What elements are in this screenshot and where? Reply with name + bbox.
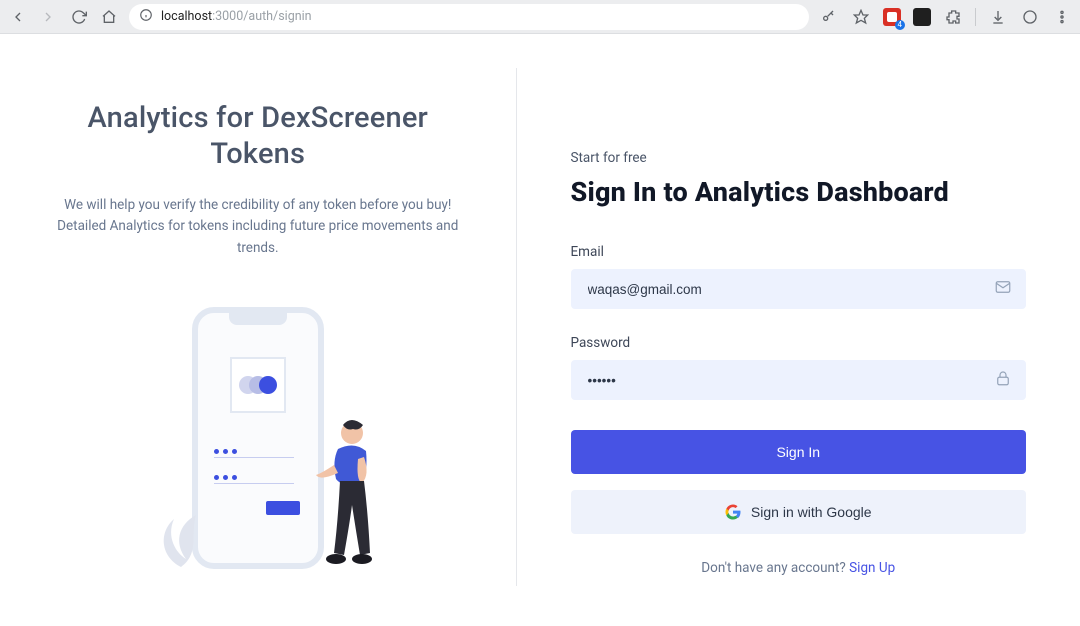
url-text: localhost:3000/auth/signin <box>161 9 312 24</box>
reload-button[interactable] <box>69 6 89 28</box>
phone-button-icon <box>266 501 300 515</box>
extension-badge-count: 4 <box>895 20 906 30</box>
browser-toolbar: localhost:3000/auth/signin 4 <box>0 0 1080 34</box>
google-signin-label: Sign in with Google <box>751 504 872 520</box>
phone-field <box>214 475 294 496</box>
mail-icon <box>994 278 1012 300</box>
globe-icon[interactable] <box>1020 7 1040 27</box>
password-input[interactable] <box>571 360 1027 400</box>
form-column: Start for free Sign In to Analytics Dash… <box>517 60 1080 626</box>
extension-grid-icon[interactable] <box>913 8 931 26</box>
hero-title-line2: Tokens <box>30 136 486 172</box>
phone-icon <box>192 307 324 569</box>
google-logo-icon <box>725 504 741 520</box>
download-icon[interactable] <box>988 7 1008 27</box>
signup-row: Don't have any account? Sign Up <box>571 560 1027 576</box>
password-label: Password <box>571 335 1027 351</box>
site-info-icon[interactable] <box>139 8 153 26</box>
bookmark-star-icon[interactable] <box>851 7 871 27</box>
lock-icon <box>994 369 1012 391</box>
form-eyebrow: Start for free <box>571 150 1027 166</box>
toolbar-separator <box>975 8 976 26</box>
email-label: Email <box>571 244 1027 260</box>
signup-link[interactable]: Sign Up <box>849 560 895 576</box>
extension-badge-icon[interactable]: 4 <box>883 8 901 26</box>
email-field-wrap <box>571 269 1027 309</box>
extensions-puzzle-icon[interactable] <box>943 7 963 27</box>
address-bar[interactable]: localhost:3000/auth/signin <box>129 4 809 30</box>
toolbar-right: 4 <box>819 7 1072 27</box>
phone-card <box>230 357 286 413</box>
hero-illustration <box>30 307 486 587</box>
phone-field <box>214 449 294 470</box>
password-key-icon[interactable] <box>819 7 839 27</box>
dot-icon <box>259 376 277 394</box>
signin-button[interactable]: Sign In <box>571 430 1027 474</box>
phone-notch <box>229 313 287 325</box>
url-path: :3000/auth/signin <box>212 9 311 24</box>
email-input[interactable] <box>571 269 1027 309</box>
forward-button[interactable] <box>38 6 58 28</box>
google-signin-button[interactable]: Sign in with Google <box>571 490 1027 534</box>
kebab-menu-icon[interactable] <box>1052 7 1072 27</box>
signup-prefix: Don't have any account? <box>701 560 846 576</box>
form-title: Sign In to Analytics Dashboard <box>571 176 1027 208</box>
password-field-wrap <box>571 360 1027 400</box>
hero-title: Analytics for DexScreener Tokens <box>30 100 486 173</box>
home-button[interactable] <box>99 6 119 28</box>
back-button[interactable] <box>8 6 28 28</box>
hero-title-line1: Analytics for DexScreener <box>30 100 486 136</box>
page-content: Analytics for DexScreener Tokens We will… <box>0 34 1080 626</box>
hero-column: Analytics for DexScreener Tokens We will… <box>0 60 516 626</box>
hero-subtitle: We will help you verify the credibility … <box>48 195 468 260</box>
url-host: localhost <box>161 9 212 24</box>
leaf-icon <box>156 513 206 567</box>
person-icon <box>310 419 388 565</box>
